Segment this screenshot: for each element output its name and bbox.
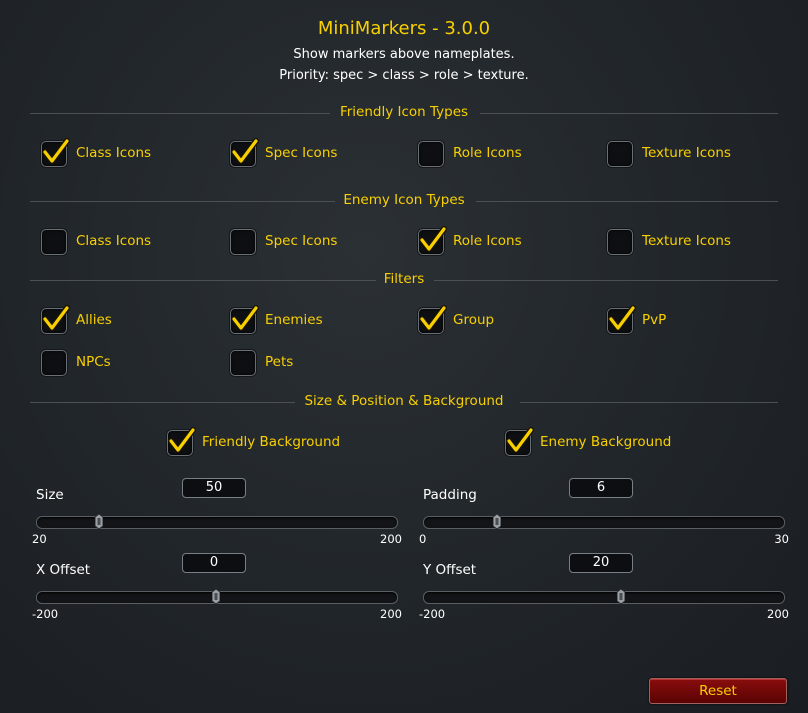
y-offset-min-label: -200 [419, 607, 446, 621]
bg-enemy-background-label: Enemy Background [540, 434, 672, 450]
enemy-role-icons-checkbox[interactable] [418, 226, 447, 255]
padding-min-label: 0 [419, 532, 427, 546]
section-friendly-icon-types: Friendly Icon Types [30, 104, 778, 122]
friendly-role-icons-label: Role Icons [453, 145, 522, 161]
padding-label: Padding [423, 487, 477, 503]
bg-friendly-background-checkbox[interactable] [167, 427, 196, 456]
filter-enemies-label: Enemies [265, 312, 323, 328]
filter-group-label: Group [453, 312, 495, 328]
friendly-role-icons-checkbox[interactable] [418, 141, 444, 167]
section-title: Friendly Icon Types [339, 104, 469, 120]
size-slider-thumb[interactable] [94, 513, 104, 530]
filter-pvp-label: PvP [642, 312, 667, 328]
filter-group-checkbox[interactable] [418, 305, 447, 334]
y-offset-label: Y Offset [423, 562, 477, 578]
enemy-spec-icons-checkbox[interactable] [230, 229, 256, 255]
filter-pvp-checkbox[interactable] [607, 305, 636, 334]
x-offset-label: X Offset [36, 562, 91, 578]
section-title: Enemy Icon Types [343, 192, 465, 208]
x-offset-value-input[interactable]: 0 [182, 553, 246, 573]
size-label: Size [36, 487, 64, 503]
x-offset-max-label: 200 [380, 607, 402, 621]
enemy-class-icons-label: Class Icons [76, 233, 152, 249]
enemy-texture-icons-label: Texture Icons [642, 233, 731, 249]
friendly-class-icons-checkbox[interactable] [41, 138, 70, 167]
enemy-role-icons-label: Role Icons [453, 233, 522, 249]
filter-npcs-checkbox[interactable] [41, 350, 67, 376]
y-offset-slider-track[interactable] [423, 591, 785, 604]
filter-enemies-checkbox[interactable] [230, 305, 259, 334]
size-max-label: 200 [380, 532, 402, 546]
enemy-class-icons-checkbox[interactable] [41, 229, 67, 255]
section-filters: Filters [30, 271, 778, 289]
description-line-2: Priority: spec > class > role > texture. [279, 68, 529, 83]
padding-slider-thumb[interactable] [492, 513, 502, 530]
padding-value-input[interactable]: 6 [569, 478, 633, 498]
filter-allies-label: Allies [76, 312, 112, 328]
section-enemy-icon-types: Enemy Icon Types [30, 192, 778, 210]
friendly-texture-icons-label: Texture Icons [642, 145, 731, 161]
filter-pets-checkbox[interactable] [230, 350, 256, 376]
size-min-label: 20 [32, 532, 47, 546]
filter-allies-checkbox[interactable] [41, 305, 70, 334]
enemy-spec-icons-label: Spec Icons [265, 233, 338, 249]
description-line-1: Show markers above nameplates. [293, 47, 515, 62]
y-offset-slider-thumb[interactable] [616, 588, 626, 605]
friendly-spec-icons-label: Spec Icons [265, 145, 338, 161]
filter-npcs-label: NPCs [76, 354, 111, 370]
filter-pets-label: Pets [265, 354, 294, 370]
section-title: Filters [383, 271, 425, 287]
enemy-texture-icons-checkbox[interactable] [607, 229, 633, 255]
y-offset-value-input[interactable]: 20 [569, 553, 633, 573]
padding-slider-track[interactable] [423, 516, 785, 529]
bg-enemy-background-checkbox[interactable] [505, 427, 534, 456]
y-offset-max-label: 200 [767, 607, 789, 621]
friendly-spec-icons-checkbox[interactable] [230, 138, 259, 167]
reset-button[interactable]: Reset [649, 678, 787, 704]
x-offset-slider-thumb[interactable] [211, 588, 221, 605]
friendly-texture-icons-checkbox[interactable] [607, 141, 633, 167]
x-offset-min-label: -200 [32, 607, 59, 621]
addon-title: MiniMarkers - 3.0.0 [317, 18, 491, 39]
size-slider-track[interactable] [36, 516, 398, 529]
padding-max-label: 30 [774, 532, 789, 546]
section-title: Size & Position & Background [304, 393, 504, 409]
friendly-class-icons-label: Class Icons [76, 145, 152, 161]
bg-friendly-background-label: Friendly Background [202, 434, 341, 450]
section-size-position-background: Size & Position & Background [30, 393, 778, 411]
size-value-input[interactable]: 50 [182, 478, 246, 498]
